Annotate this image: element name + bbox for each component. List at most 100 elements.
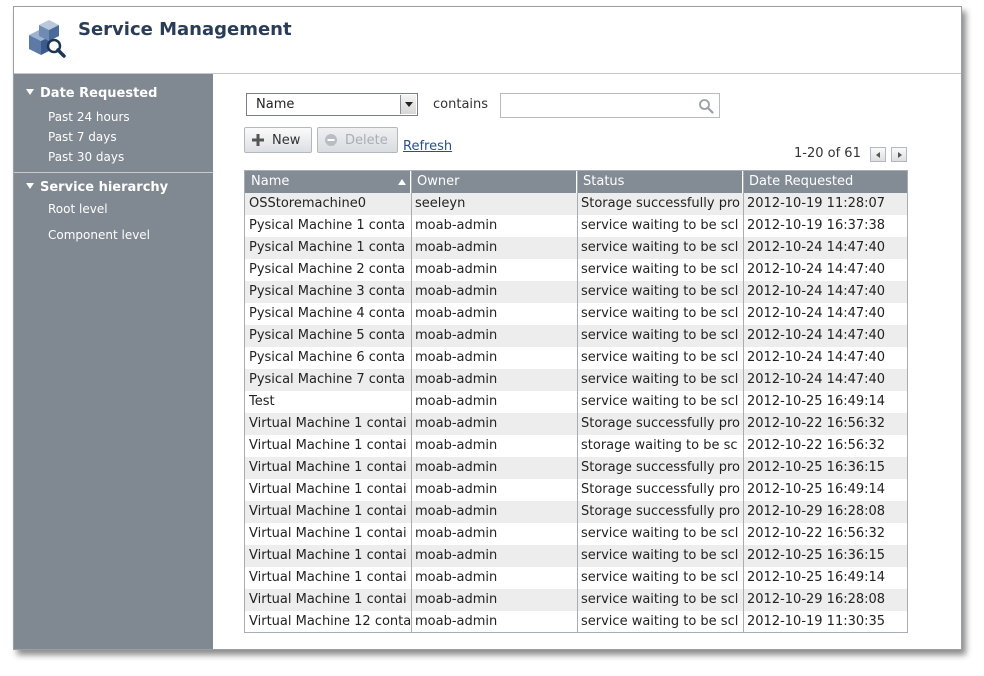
cell-status: service waiting to be scl [581,328,739,343]
cell-owner: moab-admin [415,328,498,343]
cell-owner: moab-admin [415,218,498,233]
cell-name: Virtual Machine 1 contai [249,416,407,431]
cell-date-requested: 2012-10-29 16:28:08 [747,504,886,519]
cell-owner: seeleyn [415,196,466,211]
cell-name: Virtual Machine 1 contai [249,548,407,563]
cell-name: Virtual Machine 1 contai [249,592,407,607]
cell-name: OSStoremachine0 [249,196,366,211]
cell-name: Virtual Machine 12 conta [249,614,411,629]
cell-date-requested: 2012-10-24 14:47:40 [747,262,886,277]
cell-owner: moab-admin [415,394,498,409]
refresh-link[interactable]: Refresh [403,139,452,154]
sidebar-item-root-level[interactable]: Root level [48,202,108,216]
cell-status: service waiting to be scl [581,284,739,299]
sidebar-item-past-7-days[interactable]: Past 7 days [48,130,117,144]
cell-status: service waiting to be scl [581,240,739,255]
cell-owner: moab-admin [415,438,498,453]
cell-name: Virtual Machine 1 contai [249,526,407,541]
cell-status: service waiting to be scl [581,372,739,387]
cell-owner: moab-admin [415,240,498,255]
minus-circle-icon [325,134,337,146]
sidebar-item-past-24-hours[interactable]: Past 24 hours [48,110,130,124]
sidebar-item-component-level[interactable]: Component level [48,228,150,242]
services-table: Name Owner Status Date Requested OSStore… [244,170,908,633]
chevron-down-icon[interactable] [400,95,416,114]
cell-date-requested: 2012-10-22 16:56:32 [747,438,886,453]
delete-button[interactable]: Delete [317,127,398,153]
cell-date-requested: 2012-10-19 11:30:35 [747,614,886,629]
cell-name: Pysical Machine 4 conta [249,306,406,321]
cell-owner: moab-admin [415,570,498,585]
column-divider [577,171,578,632]
cell-date-requested: 2012-10-19 16:37:38 [747,218,886,233]
column-header-status[interactable]: Status [577,171,743,193]
cell-status: Storage successfully pro [581,482,740,497]
cell-status: storage waiting to be sc [581,438,738,453]
cell-status: service waiting to be scl [581,218,739,233]
plus-icon [252,134,264,146]
cell-owner: moab-admin [415,526,498,541]
search-input[interactable] [500,93,720,118]
cell-status: Storage successfully pro [581,196,740,211]
cell-name: Test [249,394,275,409]
filter-operator-label: contains [433,97,489,112]
main-panel: Name contains New Delete Refresh 1-20 of… [213,74,961,649]
sidebar-section-date-requested[interactable]: Date Requested [26,86,157,101]
cell-date-requested: 2012-10-25 16:49:14 [747,482,886,497]
sidebar-divider [14,172,213,173]
cell-owner: moab-admin [415,416,498,431]
cell-owner: moab-admin [415,262,498,277]
cell-name: Pysical Machine 2 conta [249,262,406,277]
cell-name: Pysical Machine 1 conta [249,240,406,255]
cell-date-requested: 2012-10-24 14:47:40 [747,372,886,387]
pager-text: 1-20 of 61 [794,146,861,161]
service-cubes-magnifier-icon [29,20,66,58]
filter-field-value: Name [256,97,295,112]
cell-status: service waiting to be scl [581,526,739,541]
app-header: Service Management [14,7,961,74]
cell-status: service waiting to be scl [581,548,739,563]
cell-owner: moab-admin [415,372,498,387]
previous-page-button[interactable] [870,147,886,162]
sidebar-section-label: Service hierarchy [40,180,169,195]
cell-date-requested: 2012-10-24 14:47:40 [747,306,886,321]
cell-name: Virtual Machine 1 contai [249,482,407,497]
filter-field-select[interactable]: Name [246,93,418,116]
cell-status: service waiting to be scl [581,614,739,629]
next-page-button[interactable] [891,147,907,162]
cell-owner: moab-admin [415,592,498,607]
cell-date-requested: 2012-10-29 16:28:08 [747,592,886,607]
search-icon [699,99,714,114]
column-header-date-requested[interactable]: Date Requested [743,171,907,193]
cell-status: Storage successfully pro [581,460,740,475]
collapse-triangle-icon [26,89,34,95]
cell-date-requested: 2012-10-24 14:47:40 [747,350,886,365]
cell-date-requested: 2012-10-24 14:47:40 [747,328,886,343]
column-header-name[interactable]: Name [245,171,411,193]
column-header-owner[interactable]: Owner [411,171,577,193]
cell-date-requested: 2012-10-22 16:56:32 [747,526,886,541]
cell-owner: moab-admin [415,284,498,299]
cell-date-requested: 2012-10-25 16:36:15 [747,460,886,475]
cell-owner: moab-admin [415,504,498,519]
sidebar: Date Requested Past 24 hours Past 7 days… [14,74,213,649]
cell-status: service waiting to be scl [581,262,739,277]
sidebar-section-service-hierarchy[interactable]: Service hierarchy [26,180,168,195]
cell-name: Pysical Machine 5 conta [249,328,406,343]
cell-owner: moab-admin [415,482,498,497]
sidebar-item-past-30-days[interactable]: Past 30 days [48,150,124,164]
collapse-triangle-icon [26,183,34,189]
cell-owner: moab-admin [415,306,498,321]
cell-name: Pysical Machine 6 conta [249,350,406,365]
cell-name: Virtual Machine 1 contai [249,438,407,453]
cell-name: Virtual Machine 1 contai [249,570,407,585]
cell-status: service waiting to be scl [581,350,739,365]
sort-ascending-icon [398,179,406,185]
sidebar-section-label: Date Requested [40,86,158,101]
cell-name: Pysical Machine 3 conta [249,284,406,299]
new-button[interactable]: New [244,127,312,153]
cell-status: service waiting to be scl [581,592,739,607]
cell-status: service waiting to be scl [581,306,739,321]
cell-status: service waiting to be scl [581,394,739,409]
cell-owner: moab-admin [415,460,498,475]
